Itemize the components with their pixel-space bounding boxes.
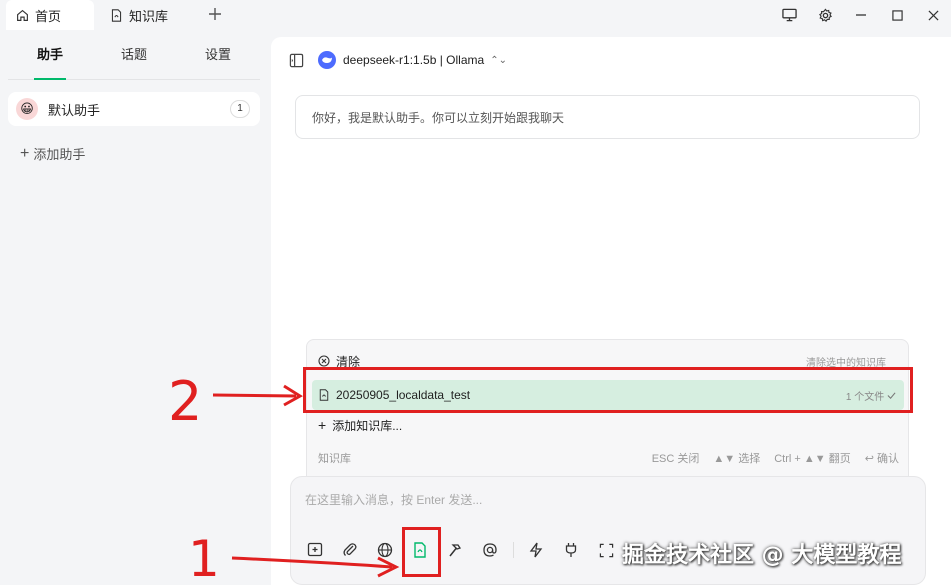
sidebar-tabs: 助手 话题 设置	[8, 40, 260, 80]
gear-icon	[818, 8, 832, 22]
annotation-mark-2: 2	[168, 370, 203, 433]
kb-clear-hint: 清除选中的知识库	[806, 357, 886, 369]
settings-button[interactable]	[807, 1, 843, 29]
knowledge-base-button[interactable]	[408, 539, 432, 561]
add-assistant-button[interactable]: + 添加助手	[20, 144, 85, 163]
kb-key-close: ESC 关闭	[651, 453, 700, 465]
close-button[interactable]	[915, 1, 951, 29]
kb-item-selected[interactable]: 20250905_localdata_test 1 个文件	[312, 380, 904, 410]
tab-knowledge[interactable]: 知识库	[110, 0, 200, 30]
model-selector[interactable]: deepseek-r1:1.5b | Ollama	[343, 53, 484, 67]
minimize-button[interactable]	[843, 1, 879, 29]
kb-clear-option[interactable]: 清除 清除选中的知识库	[307, 347, 910, 375]
sidebar: 助手 话题 设置 😀 默认助手 1 + 添加助手	[0, 30, 270, 585]
kb-footer-label: 知识库	[318, 453, 351, 465]
mcp-button[interactable]	[559, 539, 583, 561]
lightning-icon	[529, 542, 543, 558]
sidebar-tab-assistant[interactable]: 助手	[8, 40, 92, 80]
knowledge-file-icon	[318, 389, 330, 401]
new-tab-button[interactable]	[205, 4, 225, 24]
message-input-placeholder: 在这里输入消息，按 Enter 发送...	[305, 493, 483, 507]
knowledge-file-icon	[414, 542, 426, 558]
quick-phrase-button[interactable]	[524, 539, 548, 561]
kb-key-confirm: ↩ 确认	[864, 453, 899, 465]
globe-icon	[377, 542, 393, 558]
knowledge-base-popup: 清除 清除选中的知识库 20250905_localdata_test 1 个文…	[306, 339, 909, 479]
plus-icon: +	[318, 417, 327, 433]
hammer-icon	[449, 544, 462, 557]
kb-item-file-count: 1 个文件	[846, 388, 896, 403]
tab-knowledge-label: 知识库	[129, 8, 169, 24]
tab-home[interactable]: 首页	[6, 0, 94, 30]
title-bar: 首页 知识库	[0, 0, 951, 30]
kb-add-label: 添加知识库...	[332, 418, 403, 433]
input-toolbar	[303, 539, 629, 561]
paperclip-icon	[343, 543, 357, 556]
kb-key-select: ▲▼ 选择	[713, 453, 761, 465]
kb-add-option[interactable]: + 添加知识库...	[307, 411, 910, 439]
knowledge-file-icon	[111, 8, 122, 22]
tab-home-label: 首页	[35, 8, 62, 24]
monitor-button[interactable]	[771, 1, 807, 29]
assistant-item[interactable]: 😀 默认助手 1	[8, 92, 260, 126]
annotation-mark-1: 1	[188, 530, 220, 585]
assistant-avatar: 😀	[16, 98, 38, 120]
at-icon	[483, 543, 497, 557]
chevron-updown-icon[interactable]: ⌃⌄	[490, 55, 507, 66]
clear-circle-icon	[318, 355, 330, 367]
plus-icon: +	[20, 144, 30, 162]
fullscreen-button[interactable]	[594, 539, 618, 561]
toolbar-divider	[513, 542, 514, 558]
assistant-name: 默认助手	[48, 102, 101, 118]
minimize-icon	[856, 14, 866, 16]
home-icon	[17, 9, 28, 21]
kb-item-name: 20250905_localdata_test	[336, 388, 471, 402]
kb-key-page: Ctrl + ▲▼ 翻页	[774, 453, 851, 465]
new-topic-button[interactable]	[303, 539, 327, 561]
fullscreen-icon	[599, 543, 613, 557]
plus-icon	[209, 8, 221, 20]
chat-area: deepseek-r1:1.5b | Ollama ⌃⌄ 你好，我是默认助手。你…	[271, 37, 951, 585]
attachment-button[interactable]	[338, 539, 362, 561]
new-topic-icon	[307, 542, 323, 557]
assistant-topic-count: 1	[230, 100, 250, 118]
plug-icon	[565, 543, 577, 557]
deepseek-logo-icon	[318, 51, 336, 69]
maximize-icon	[891, 9, 903, 21]
assistant-greeting: 你好，我是默认助手。你可以立刻开始跟我聊天	[295, 95, 920, 139]
mention-button[interactable]	[478, 539, 502, 561]
kb-clear-label: 清除	[336, 354, 361, 369]
kb-item-file-count-text: 1 个文件	[845, 391, 885, 403]
monitor-icon	[781, 8, 797, 22]
add-assistant-label: 添加助手	[33, 147, 86, 162]
check-icon	[887, 391, 896, 399]
close-icon	[927, 9, 939, 21]
watermark: 掘金技术社区 @ 大模型教程	[622, 543, 902, 568]
maximize-button[interactable]	[879, 1, 915, 29]
tools-button[interactable]	[443, 539, 467, 561]
kb-popup-footer: 知识库 ESC 关闭 ▲▼ 选择 Ctrl + ▲▼ 翻页 ↩ 确认	[318, 448, 903, 468]
sidebar-tab-topics[interactable]: 话题	[92, 40, 176, 79]
sidebar-toggle-icon[interactable]	[289, 53, 304, 68]
chat-header: deepseek-r1:1.5b | Ollama ⌃⌄	[289, 49, 507, 71]
web-search-button[interactable]	[373, 539, 397, 561]
sidebar-tab-settings[interactable]: 设置	[176, 40, 260, 79]
